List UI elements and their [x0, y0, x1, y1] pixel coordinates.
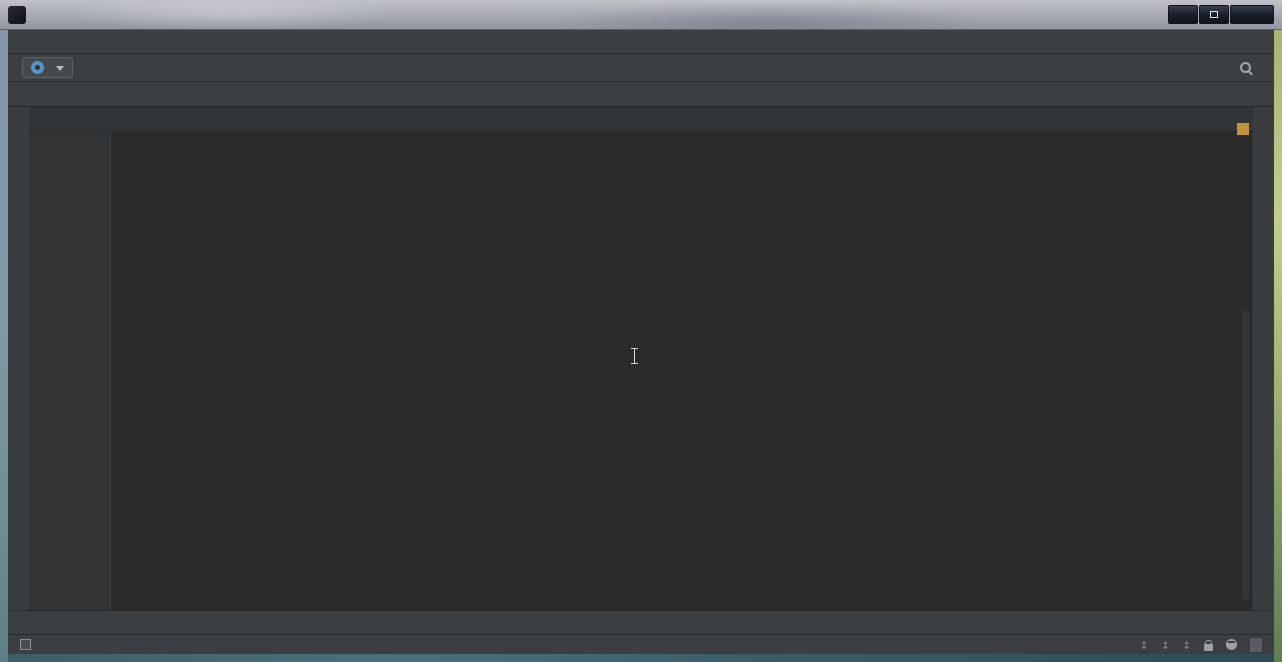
search-icon — [1239, 61, 1253, 75]
window-frame-left — [0, 30, 8, 662]
editor-scrollbar[interactable] — [1242, 310, 1249, 600]
status-bar: ↕ ↕ ↕ — [8, 634, 1274, 654]
vcs-branch-selector[interactable]: ↕ — [1183, 638, 1191, 652]
inspection-status-icon[interactable] — [1237, 123, 1249, 135]
editor-tabs — [30, 107, 1252, 132]
updown-icon: ↕ — [1161, 641, 1169, 652]
updown-icon: ↕ — [1183, 641, 1191, 652]
window-frame-bottom — [8, 654, 1274, 662]
title-bar[interactable] — [0, 0, 1282, 30]
right-tool-window-bar — [1252, 107, 1274, 610]
lock-icon[interactable] — [1204, 644, 1213, 651]
search-everywhere-button[interactable] — [1233, 56, 1258, 79]
hector-inspector-icon[interactable] — [1226, 639, 1237, 650]
left-tool-window-bar — [8, 107, 30, 610]
run-config-combo[interactable] — [22, 57, 73, 78]
memory-used — [1250, 638, 1262, 652]
main-area — [8, 107, 1274, 610]
code-editor[interactable] — [30, 132, 1252, 610]
line-separator-selector[interactable]: ↕ — [1140, 638, 1148, 652]
mouse-cursor-ibeam — [630, 348, 639, 365]
gear-icon — [31, 61, 44, 74]
close-button[interactable] — [1230, 5, 1274, 24]
updown-icon: ↕ — [1140, 641, 1148, 652]
breadcrumb — [8, 82, 1274, 107]
editor-column — [30, 107, 1252, 610]
bottom-tool-window-bar — [8, 610, 1274, 634]
memory-indicator[interactable] — [1250, 638, 1262, 652]
window-frame-right — [1274, 30, 1282, 662]
maximize-icon — [1210, 11, 1218, 18]
tool-window-toggle-icon[interactable] — [20, 639, 31, 650]
main-toolbar — [8, 54, 1274, 82]
encoding-selector[interactable]: ↕ — [1161, 638, 1169, 652]
maximize-button[interactable] — [1199, 5, 1229, 24]
app-logo-icon — [8, 6, 26, 24]
minimize-button[interactable] — [1168, 5, 1198, 24]
ide-window: ↕ ↕ ↕ — [0, 0, 1282, 662]
menu-bar — [8, 30, 1274, 54]
window-controls — [1168, 5, 1274, 24]
toolbar-items — [16, 57, 1233, 78]
chevron-down-icon — [56, 66, 64, 75]
